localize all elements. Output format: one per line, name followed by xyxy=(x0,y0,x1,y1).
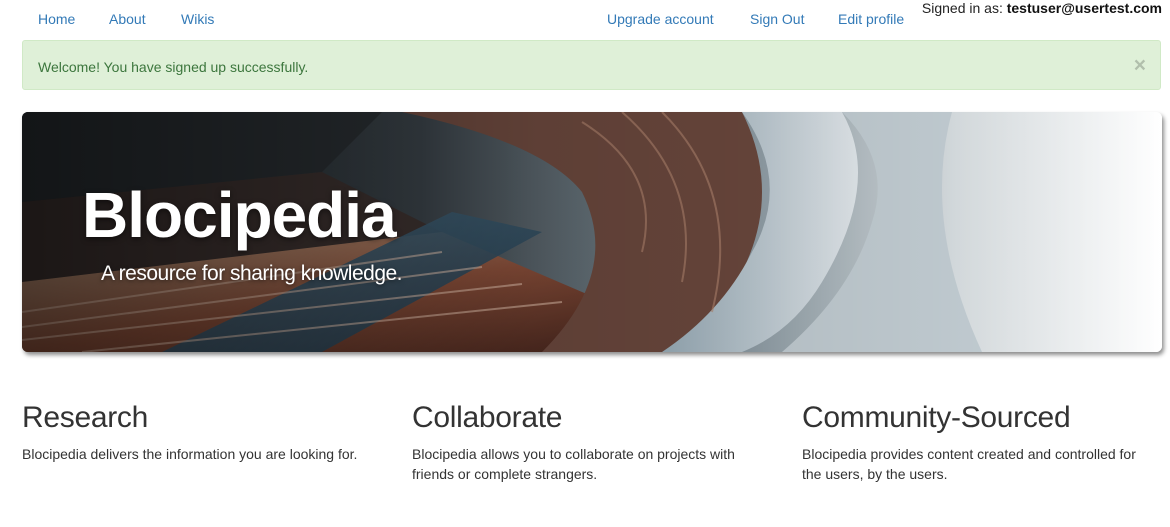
feature-collaborate: Collaborate Blocipedia allows you to col… xyxy=(412,398,762,484)
nav-link-about[interactable]: About xyxy=(109,11,146,27)
hero-banner: Blocipedia A resource for sharing knowle… xyxy=(22,112,1162,352)
success-alert: Welcome! You have signed up successfully… xyxy=(22,40,1161,90)
page: Home About Wikis Upgrade account Sign Ou… xyxy=(0,0,1170,527)
nav-link-home[interactable]: Home xyxy=(38,11,75,27)
feature-text: Blocipedia allows you to collaborate on … xyxy=(412,446,735,482)
signed-in-label: Signed in as: xyxy=(921,0,1003,16)
nav-link-wikis[interactable]: Wikis xyxy=(181,11,214,27)
feature-text: Blocipedia delivers the information you … xyxy=(22,446,358,462)
feature-title: Community-Sourced xyxy=(802,401,1071,434)
nav-link-upgrade-account[interactable]: Upgrade account xyxy=(607,11,714,27)
hero-title: Blocipedia xyxy=(82,179,397,251)
feature-title: Collaborate xyxy=(412,401,563,434)
alert-message: Welcome! You have signed up successfully… xyxy=(38,59,309,75)
feature-title: Research xyxy=(22,401,148,434)
feature-text: Blocipedia provides content created and … xyxy=(802,446,1136,482)
nav-link-sign-out[interactable]: Sign Out xyxy=(750,11,804,27)
nav-link-edit-profile[interactable]: Edit profile xyxy=(838,11,904,27)
feature-research: Research Blocipedia delivers the informa… xyxy=(22,398,372,464)
hero-subtitle: A resource for sharing knowledge. xyxy=(101,262,403,285)
top-nav: Home About Wikis Upgrade account Sign Ou… xyxy=(0,0,1170,38)
feature-community-sourced: Community-Sourced Blocipedia provides co… xyxy=(802,398,1152,484)
signed-in-status: Signed in as: testuser@usertest.com xyxy=(922,0,1162,16)
signed-in-user: testuser@usertest.com xyxy=(1006,0,1162,16)
close-icon[interactable]: × xyxy=(1134,55,1146,76)
